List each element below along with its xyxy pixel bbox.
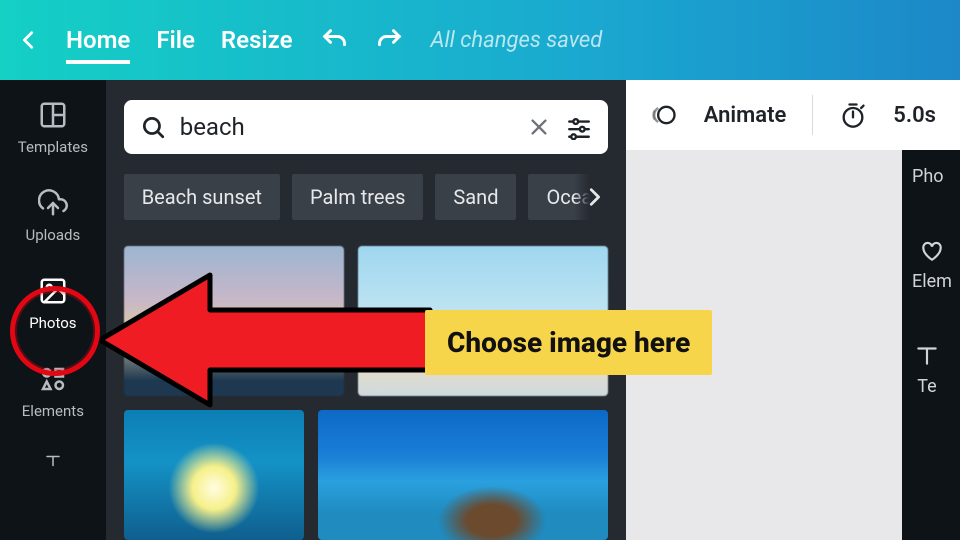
sidebar-item-label: Uploads [26,226,81,244]
right-peek-sidebar: Pho Elem Te [902,150,960,540]
animate-button[interactable]: Animate [704,103,787,128]
left-sidebar: Templates Uploads Photos Elements [0,80,106,540]
save-status: All changes saved [431,28,603,53]
sidebar-item-label: Elements [22,402,84,420]
sidebar-item-photos[interactable]: Photos [29,274,76,332]
sidebar-item-label: Templates [18,138,88,156]
canvas-toolbar: Animate 5.0s [626,80,960,150]
peek-label: Elem [912,271,952,292]
sidebar-item-uploads[interactable]: Uploads [26,186,81,244]
chip-palm-trees[interactable]: Palm trees [292,174,423,220]
sidebar-item-label: Photos [29,314,76,332]
clear-icon[interactable] [526,114,552,140]
nav-home[interactable]: Home [66,26,130,64]
redo-icon[interactable] [375,25,405,55]
elements-icon [36,362,70,396]
peek-item-elements[interactable]: Elem [912,235,952,292]
filter-icon[interactable] [566,114,592,140]
peek-label: Pho [912,166,944,187]
text-icon [912,340,942,370]
chevron-right-icon[interactable] [574,174,608,220]
photo-thumbnail[interactable] [124,246,344,396]
undo-icon[interactable] [319,25,349,55]
search-input[interactable] [180,113,512,141]
photo-thumbnail[interactable] [318,410,608,540]
nav-file[interactable]: File [156,26,195,54]
timer-icon [839,101,867,129]
photos-icon [36,274,70,308]
peek-item-photos[interactable]: Pho [912,166,944,187]
sidebar-item-elements[interactable]: Elements [22,362,84,420]
sidebar-item-text[interactable] [36,444,70,478]
sidebar-item-templates[interactable]: Templates [18,98,88,156]
duration-button[interactable]: 5.0s [893,103,936,128]
annotation-callout: Choose image here [425,310,712,375]
chip-beach-sunset[interactable]: Beach sunset [124,174,280,220]
toolbar-divider [812,95,813,135]
text-icon [36,444,70,478]
uploads-icon [36,186,70,220]
photo-thumbnail[interactable] [124,410,304,540]
suggestion-chips: Beach sunset Palm trees Sand Ocea [124,174,608,220]
animate-icon [650,101,678,129]
templates-icon [36,98,70,132]
search-icon [140,114,166,140]
peek-item-text[interactable]: Te [912,340,942,397]
search-bar [124,100,608,154]
chip-sand[interactable]: Sand [435,174,516,220]
nav-resize[interactable]: Resize [221,26,293,54]
peek-label: Te [917,376,936,397]
heart-shapes-icon [917,235,947,265]
back-icon[interactable] [18,29,40,51]
top-toolbar: Home File Resize All changes saved [0,0,960,80]
photo-results-grid [124,246,608,540]
